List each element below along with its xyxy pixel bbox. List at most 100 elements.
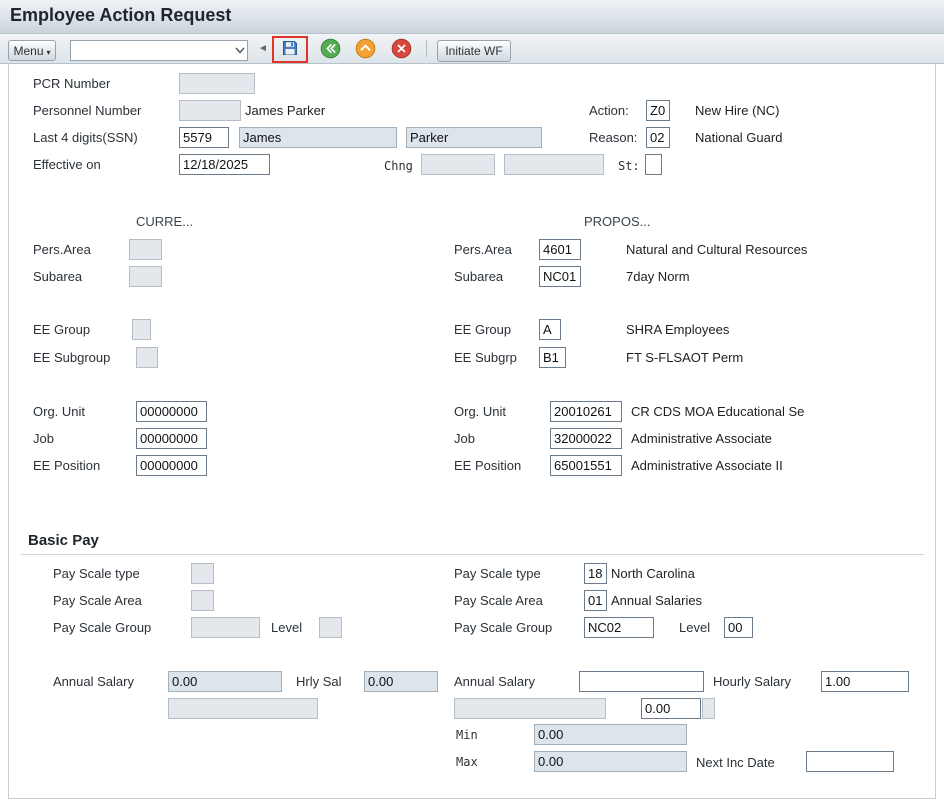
proposed-pers-area-input[interactable]	[539, 239, 581, 260]
toolbar-combobox[interactable]	[70, 40, 248, 61]
proposed-pers-area-label: Pers.Area	[454, 242, 512, 257]
proposed-annual-salary-input[interactable]	[579, 671, 704, 692]
proposed-ee-position-text: Administrative Associate II	[631, 458, 783, 473]
back-icon	[320, 38, 341, 62]
initiate-wf-button[interactable]: Initiate WF	[437, 40, 511, 62]
proposed-ee-group-label: EE Group	[454, 322, 511, 337]
proposed-org-unit-label: Org. Unit	[454, 404, 506, 419]
exit-button[interactable]	[353, 38, 378, 61]
next-inc-date-label: Next Inc Date	[696, 755, 775, 770]
current-pers-area-input	[129, 239, 162, 260]
st-label: St:	[618, 159, 640, 173]
personnel-number-input	[179, 100, 241, 121]
proposed-annual-salary-label: Annual Salary	[454, 674, 535, 689]
chevron-down-icon[interactable]	[232, 47, 247, 54]
save-button-highlight	[272, 36, 308, 63]
current-org-unit-label: Org. Unit	[33, 404, 85, 419]
chng-input-1	[421, 154, 495, 175]
proposed-job-label: Job	[454, 431, 475, 446]
proposed-wage-type-input	[454, 698, 606, 719]
ssn-label: Last 4 digits(SSN)	[33, 130, 138, 145]
title-bar: Employee Action Request	[0, 0, 944, 34]
proposed-pay-scale-type-text: North Carolina	[611, 566, 695, 581]
min-input	[534, 724, 687, 745]
toolbar: Menu ▾ ◄	[0, 34, 944, 64]
current-ee-position-label: EE Position	[33, 458, 100, 473]
current-ee-position-input[interactable]	[136, 455, 207, 476]
proposed-pay-scale-type-label: Pay Scale type	[454, 566, 541, 581]
basic-pay-divider	[21, 554, 924, 555]
current-ee-group-label: EE Group	[33, 322, 90, 337]
action-label: Action:	[589, 103, 629, 118]
save-button[interactable]	[278, 38, 303, 61]
proposed-pay-scale-area-text: Annual Salaries	[611, 593, 702, 608]
reason-code-input[interactable]	[646, 127, 670, 148]
current-job-label: Job	[33, 431, 54, 446]
proposed-org-unit-text: CR CDS MOA Educational Se	[631, 404, 804, 419]
current-ee-subgroup-label: EE Subgroup	[33, 350, 110, 365]
proposed-pay-scale-type-input[interactable]	[584, 563, 607, 584]
last-name-input	[406, 127, 542, 148]
proposed-amount-unit-box	[702, 698, 715, 719]
proposed-pay-scale-group-label: Pay Scale Group	[454, 620, 552, 635]
basic-pay-heading: Basic Pay	[28, 532, 99, 549]
menu-caret-icon: ▾	[47, 48, 51, 57]
proposed-pay-scale-group-input[interactable]	[584, 617, 654, 638]
proposed-ee-position-label: EE Position	[454, 458, 521, 473]
current-subarea-label: Subarea	[33, 269, 82, 284]
back-button[interactable]	[318, 38, 343, 61]
cancel-icon	[391, 38, 412, 62]
proposed-pay-scale-area-input[interactable]	[584, 590, 607, 611]
cancel-button[interactable]	[389, 38, 414, 61]
first-name-input	[239, 127, 397, 148]
current-pay-scale-group-input	[191, 617, 260, 638]
proposed-ee-subgrp-input[interactable]	[539, 347, 566, 368]
current-subarea-input	[129, 266, 162, 287]
employee-action-request-window: Employee Action Request Menu ▾ ◄	[0, 0, 944, 802]
proposed-pers-area-text: Natural and Cultural Resources	[626, 242, 807, 257]
next-inc-date-input[interactable]	[806, 751, 894, 772]
st-input[interactable]	[645, 154, 662, 175]
toolbar-combobox-input[interactable]	[71, 42, 232, 59]
personnel-number-label: Personnel Number	[33, 103, 141, 118]
proposed-subarea-label: Subarea	[454, 269, 503, 284]
current-job-input[interactable]	[136, 428, 207, 449]
menu-button[interactable]: Menu ▾	[8, 40, 56, 61]
current-level-input	[319, 617, 342, 638]
proposed-hourly-salary-input[interactable]	[821, 671, 909, 692]
collapse-left-icon[interactable]: ◄	[258, 43, 268, 54]
proposed-ee-group-input[interactable]	[539, 319, 561, 340]
proposed-amount-input[interactable]	[641, 698, 701, 719]
current-pers-area-label: Pers.Area	[33, 242, 91, 257]
page-title: Employee Action Request	[10, 5, 231, 26]
proposed-subarea-input[interactable]	[539, 266, 581, 287]
personnel-display-name: James Parker	[245, 103, 325, 118]
current-column-header: CURRE...	[136, 214, 193, 229]
proposed-pay-scale-area-label: Pay Scale Area	[454, 593, 543, 608]
save-icon	[281, 39, 299, 60]
proposed-org-unit-input[interactable]	[550, 401, 622, 422]
current-extra-input	[168, 698, 318, 719]
reason-label: Reason:	[589, 130, 637, 145]
current-pay-scale-type-input	[191, 563, 214, 584]
current-hrly-sal-input	[364, 671, 438, 692]
action-code-input[interactable]	[646, 100, 670, 121]
min-label: Min	[456, 728, 478, 742]
current-pay-scale-group-label: Pay Scale Group	[53, 620, 151, 635]
proposed-ee-position-input[interactable]	[550, 455, 622, 476]
menu-button-label: Menu	[13, 44, 43, 58]
current-pay-scale-area-input	[191, 590, 214, 611]
toolbar-separator	[426, 40, 427, 57]
chng-label: Chng	[384, 159, 413, 173]
effective-on-input[interactable]	[179, 154, 270, 175]
proposed-job-input[interactable]	[550, 428, 622, 449]
proposed-ee-subgrp-label: EE Subgrp	[454, 350, 517, 365]
current-org-unit-input[interactable]	[136, 401, 207, 422]
pcr-number-input	[179, 73, 255, 94]
max-input	[534, 751, 687, 772]
proposed-level-input[interactable]	[724, 617, 753, 638]
chng-input-2	[504, 154, 604, 175]
ssn-input[interactable]	[179, 127, 229, 148]
proposed-ee-group-text: SHRA Employees	[626, 322, 729, 337]
proposed-level-label: Level	[679, 620, 710, 635]
